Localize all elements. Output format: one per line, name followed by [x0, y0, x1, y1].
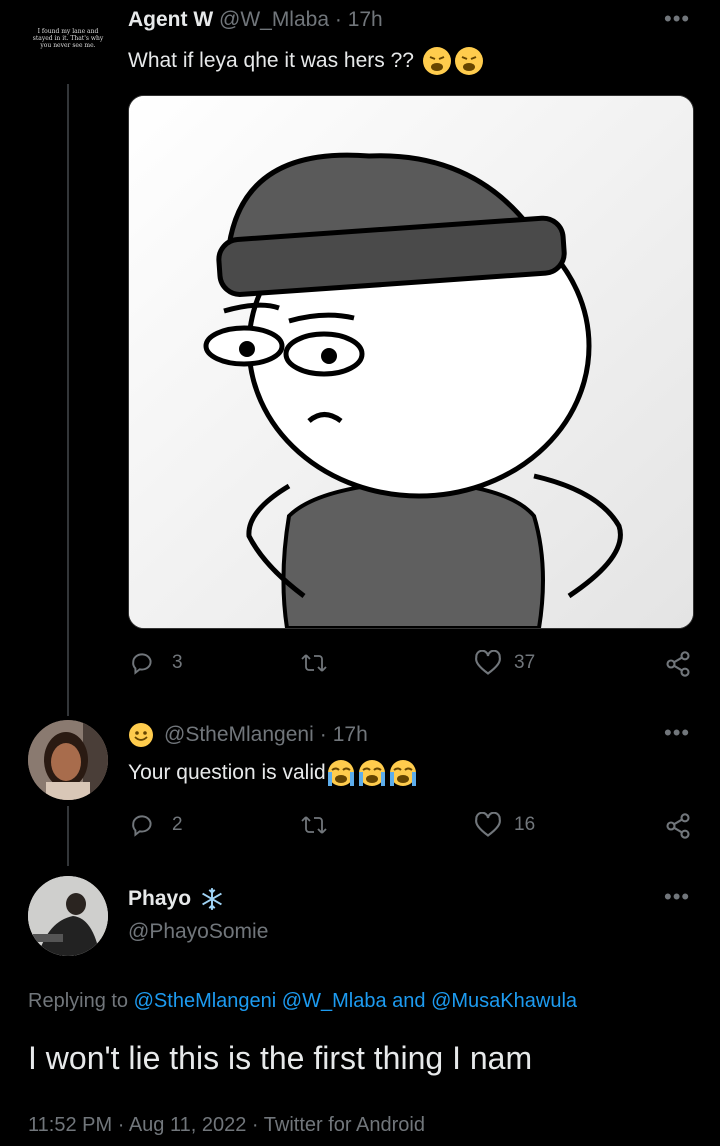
- agent-w-avatar[interactable]: I found my lane and stayed in it. That's…: [28, 18, 108, 82]
- reply-button[interactable]: 3: [130, 650, 183, 676]
- heart-icon: [475, 650, 501, 675]
- handle[interactable]: @W_Mlaba: [219, 8, 329, 31]
- retweet-icon: [301, 816, 327, 834]
- heart-icon: [475, 812, 501, 837]
- tweet-meta: 11:52 PM · Aug 11, 2022 · Twitter for An…: [28, 1114, 425, 1137]
- retweet-button[interactable]: [300, 650, 328, 676]
- main-tweet-text: I won't lie this is the first thing I na…: [28, 1040, 533, 1076]
- loudly-crying-face-emoji: [326, 758, 418, 788]
- mention-sthemlangeni[interactable]: @StheMlangeni: [134, 990, 277, 1012]
- weary-face-emoji: [422, 46, 484, 76]
- timestamp[interactable]: 17h: [348, 8, 383, 31]
- tweet-text: What if leya qhe it was hers ??: [128, 49, 414, 72]
- cartoon-character-illustration: [129, 96, 693, 628]
- tweet2-text-row: Your question is valid: [128, 758, 418, 788]
- tweet1-header: Agent W @W_Mlaba · 17h: [128, 8, 383, 32]
- like-button[interactable]: 16: [474, 812, 535, 838]
- like-count: 16: [514, 814, 536, 835]
- more-options-button[interactable]: •••: [664, 722, 690, 744]
- snowflake-icon: [202, 888, 222, 910]
- separator: ·: [251, 1114, 259, 1136]
- smiling-face-emoji[interactable]: [128, 722, 154, 748]
- thread-line-2: [67, 806, 69, 866]
- display-name[interactable]: Agent W: [128, 8, 213, 31]
- and-others[interactable]: and: [392, 990, 425, 1012]
- separator: ·: [334, 8, 342, 31]
- like-count: 37: [514, 652, 536, 673]
- share-icon: [666, 651, 690, 677]
- display-name[interactable]: Phayo: [128, 887, 191, 911]
- separator: ·: [117, 1114, 125, 1136]
- retweet-icon: [301, 654, 327, 672]
- reply-count: 3: [172, 652, 183, 673]
- mention-w-mlaba[interactable]: @W_Mlaba: [282, 990, 387, 1012]
- post-time[interactable]: 11:52 PM: [28, 1114, 112, 1136]
- post-date[interactable]: Aug 11, 2022: [129, 1114, 247, 1136]
- mention-musakhawula[interactable]: @MusaKhawula: [431, 990, 577, 1012]
- timestamp[interactable]: 17h: [333, 723, 368, 747]
- reply-icon: [132, 653, 152, 675]
- share-button[interactable]: [664, 650, 692, 678]
- tweet2-header: @StheMlangeni · 17h: [128, 722, 368, 748]
- share-icon: [666, 813, 690, 839]
- sthemlangeni-avatar[interactable]: [28, 720, 108, 800]
- thread-line-1: [67, 84, 69, 716]
- tweet1-text-row: What if leya qhe it was hers ??: [128, 46, 484, 76]
- more-options-button[interactable]: •••: [664, 8, 690, 30]
- reply-count: 2: [172, 814, 183, 835]
- separator: ·: [319, 723, 327, 746]
- avatar-photo: [28, 720, 108, 800]
- tweet-image[interactable]: [128, 95, 694, 629]
- retweet-button[interactable]: [300, 812, 328, 838]
- reply-button[interactable]: 2: [130, 812, 183, 838]
- phayo-avatar[interactable]: [28, 876, 108, 956]
- avatar-photo: [28, 876, 108, 956]
- replying-prefix: Replying to: [28, 990, 129, 1012]
- main-handle[interactable]: @PhayoSomie: [128, 920, 268, 944]
- reply-icon: [132, 815, 152, 837]
- tweet-text: Your question is valid: [128, 761, 326, 784]
- more-options-button[interactable]: •••: [664, 886, 690, 908]
- main-author: Phayo: [128, 886, 225, 912]
- share-button[interactable]: [664, 812, 692, 840]
- like-button[interactable]: 37: [474, 650, 535, 676]
- post-source[interactable]: Twitter for Android: [264, 1114, 425, 1136]
- avatar-caption: I found my lane and stayed in it. That's…: [32, 28, 104, 49]
- replying-to: Replying to @StheMlangeni @W_Mlaba and @…: [28, 990, 577, 1013]
- handle[interactable]: @StheMlangeni: [164, 723, 314, 747]
